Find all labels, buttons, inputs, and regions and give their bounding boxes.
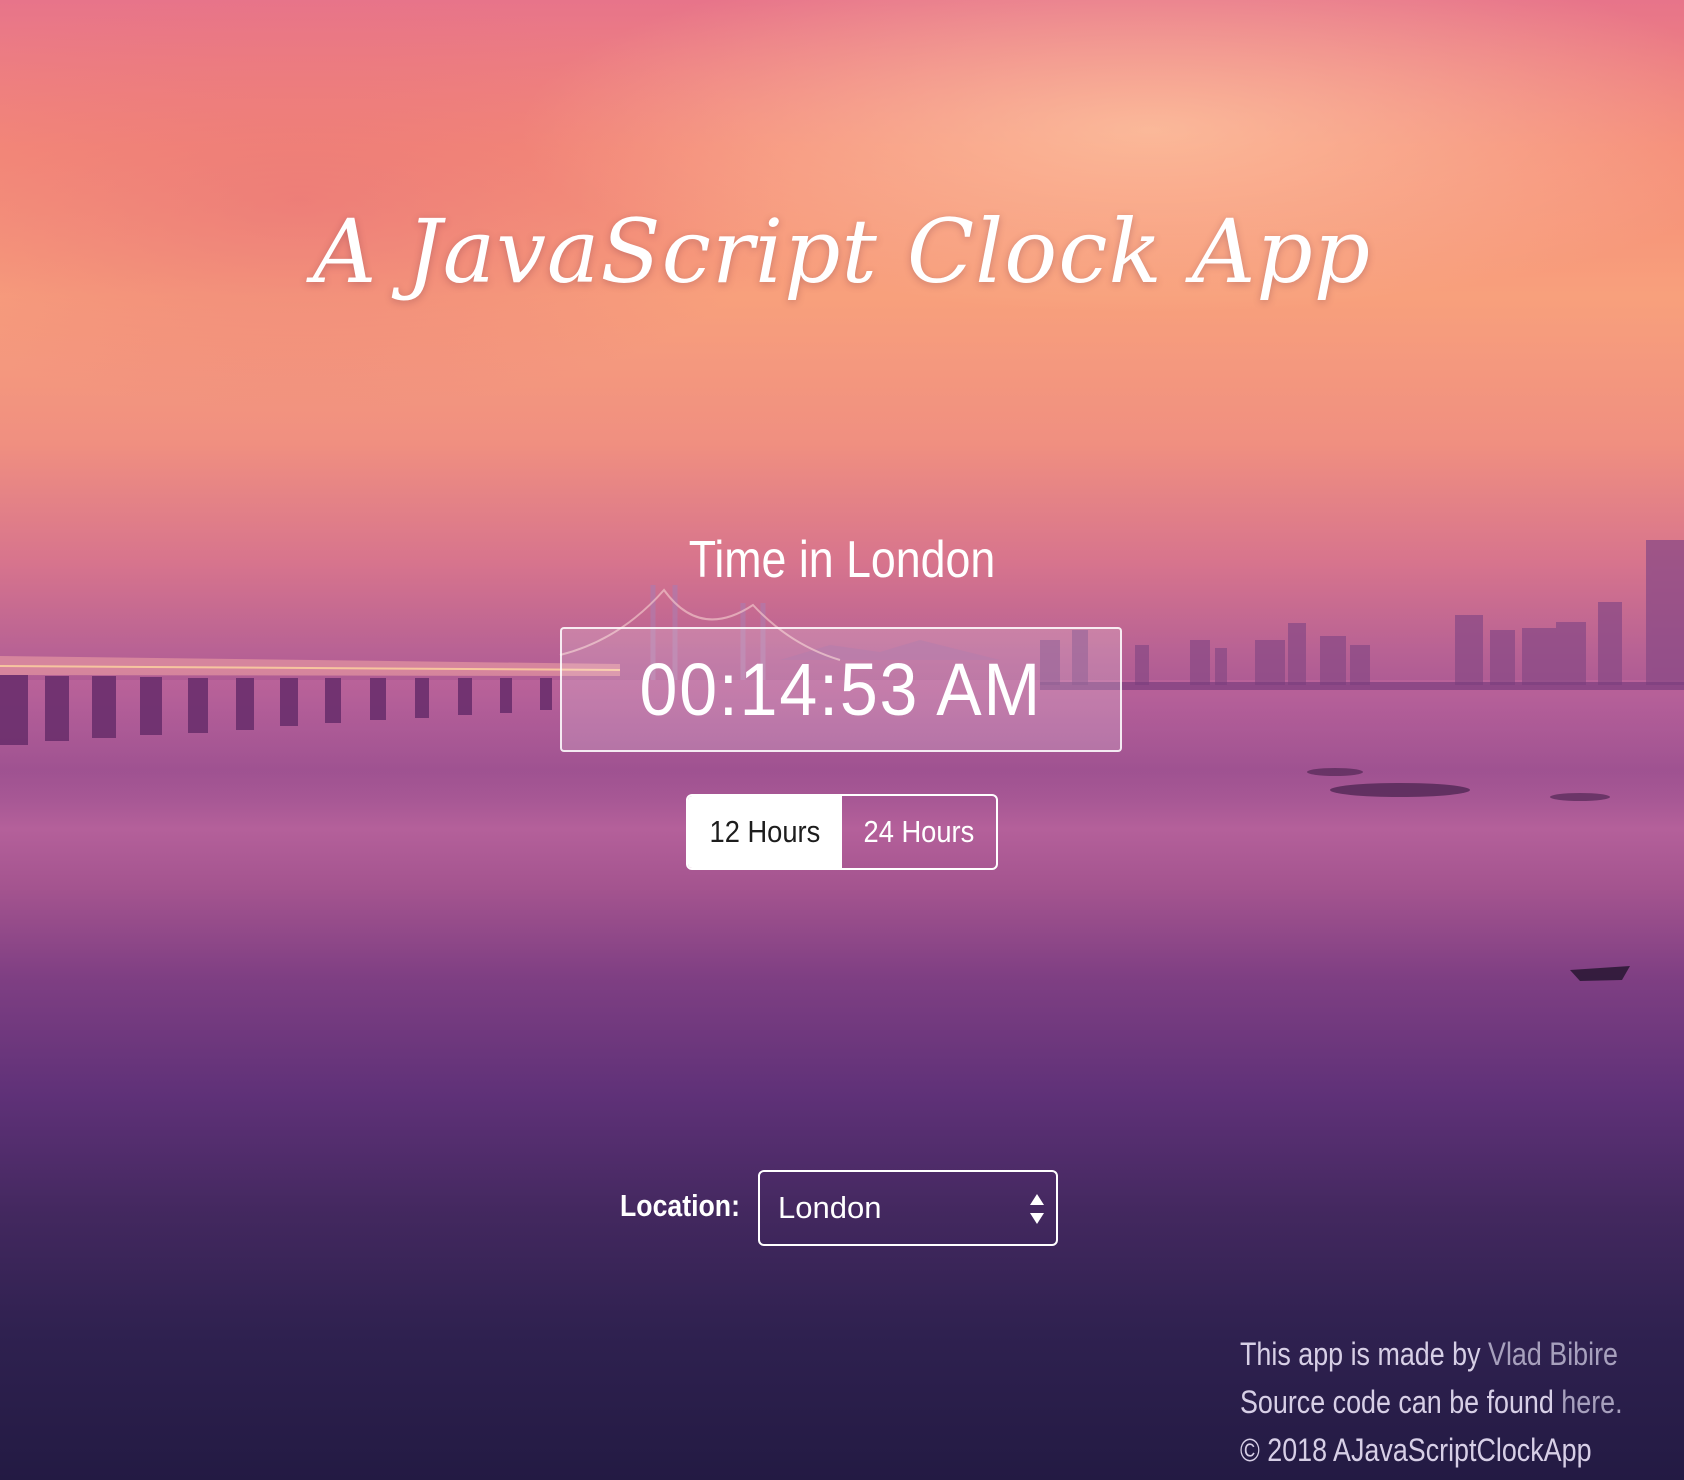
source-code-link[interactable]: here.	[1561, 1384, 1622, 1420]
clock-display: 00:14:53 AM	[560, 627, 1122, 752]
12-hours-button[interactable]: 12 Hours	[688, 796, 842, 868]
location-selected-value: London	[778, 1190, 882, 1225]
select-arrows-icon	[1030, 1194, 1044, 1224]
author-link[interactable]: Vlad Bibire	[1488, 1336, 1618, 1372]
time-heading: Time in London	[688, 531, 996, 589]
footer: This app is made by Vlad Bibire Source c…	[1240, 1330, 1660, 1474]
footer-source-text: Source code can be found	[1240, 1384, 1562, 1420]
clock-time: 00:14:53 AM	[639, 648, 1043, 731]
footer-made-by-text: This app is made by	[1240, 1336, 1489, 1372]
clock-app-page: A JavaScript Clock App Time in London 00…	[0, 0, 1684, 1480]
location-select[interactable]: London	[758, 1170, 1058, 1246]
24-hours-label: 24 Hours	[863, 814, 975, 849]
24-hours-button[interactable]: 24 Hours	[842, 796, 996, 868]
app-title: A JavaScript Clock App	[312, 200, 1372, 303]
footer-copyright: © 2018 AJavaScriptClockApp	[1240, 1432, 1592, 1468]
time-format-toggle: 12 Hours 24 Hours	[686, 794, 998, 870]
location-label: Location:	[620, 1188, 740, 1223]
12-hours-label: 12 Hours	[709, 814, 821, 849]
footer-source: Source code can be found here.	[1240, 1378, 1623, 1426]
footer-made-by: This app is made by Vlad Bibire	[1240, 1330, 1618, 1378]
